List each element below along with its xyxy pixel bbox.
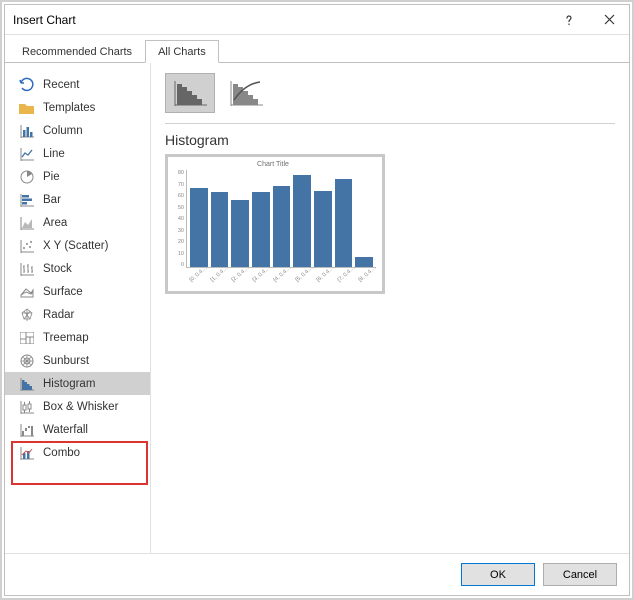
chart-bars <box>186 170 376 268</box>
sidebar-item-label: Line <box>43 148 65 160</box>
sidebar-item-label: Treemap <box>43 332 89 344</box>
sidebar-item-box-whisker[interactable]: Box & Whisker <box>5 395 150 418</box>
sidebar-item-area[interactable]: Area <box>5 211 150 234</box>
sidebar-item-templates[interactable]: Templates <box>5 96 150 119</box>
sidebar-item-surface[interactable]: Surface <box>5 280 150 303</box>
cancel-button[interactable]: Cancel <box>543 563 617 586</box>
sidebar-item-label: Area <box>43 217 67 229</box>
tab-bar: Recommended Charts All Charts <box>5 35 629 63</box>
area-icon <box>19 215 34 230</box>
sidebar-item-waterfall[interactable]: Waterfall <box>5 418 150 441</box>
close-icon <box>604 14 615 25</box>
sidebar-item-label: Bar <box>43 194 61 206</box>
histogram-icon <box>19 376 34 391</box>
chart-plot-area: 80706050403020100 <box>170 170 376 268</box>
sidebar-item-label: Stock <box>43 263 72 275</box>
sidebar-item-column[interactable]: Column <box>5 119 150 142</box>
chart-bar <box>293 175 311 267</box>
box-whisker-icon <box>19 399 34 414</box>
sidebar-item-label: Histogram <box>43 378 95 390</box>
sidebar-item-label: Templates <box>43 102 95 114</box>
treemap-icon <box>19 330 34 345</box>
stock-icon <box>19 261 34 276</box>
subtype-histogram-icon <box>171 78 209 108</box>
help-icon <box>563 14 575 26</box>
pie-icon <box>19 169 34 184</box>
chart-title: Chart Title <box>170 161 376 168</box>
combo-icon <box>19 445 34 460</box>
ok-button[interactable]: OK <box>461 563 535 586</box>
subtype-histogram[interactable] <box>165 73 215 113</box>
chart-heading: Histogram <box>165 132 615 148</box>
sidebar-item-recent[interactable]: Recent <box>5 73 150 96</box>
bar-icon <box>19 192 34 207</box>
sidebar-item-label: Recent <box>43 79 79 91</box>
y-axis-labels: 80706050403020100 <box>170 170 186 268</box>
tab-all-charts[interactable]: All Charts <box>145 40 219 63</box>
close-button[interactable] <box>589 5 629 35</box>
line-icon <box>19 146 34 161</box>
surface-icon <box>19 284 34 299</box>
help-button[interactable] <box>549 5 589 35</box>
chart-bar <box>355 257 373 267</box>
sidebar-item-radar[interactable]: Radar <box>5 303 150 326</box>
chart-bar <box>273 186 291 267</box>
title-bar: Insert Chart <box>5 5 629 35</box>
radar-icon <box>19 307 34 322</box>
main-panel: Histogram Chart Title 80706050403020100 … <box>151 63 629 553</box>
sidebar-item-label: Pie <box>43 171 60 183</box>
chart-bar <box>314 191 332 267</box>
templates-icon <box>19 100 34 115</box>
sidebar-item-sunburst[interactable]: Sunburst <box>5 349 150 372</box>
column-icon <box>19 123 34 138</box>
sidebar-item-label: Surface <box>43 286 83 298</box>
sidebar-item-stock[interactable]: Stock <box>5 257 150 280</box>
recent-icon <box>19 77 34 92</box>
sidebar-item-histogram[interactable]: Histogram <box>5 372 150 395</box>
dialog-footer: OK Cancel <box>5 553 629 595</box>
insert-chart-dialog: Insert Chart Recommended Charts All Char… <box>4 4 630 596</box>
scatter-icon <box>19 238 34 253</box>
sidebar-item-label: Box & Whisker <box>43 401 118 413</box>
sidebar-item-combo[interactable]: Combo <box>5 441 150 464</box>
sidebar-item-label: Waterfall <box>43 424 88 436</box>
sidebar-item-label: X Y (Scatter) <box>43 240 108 252</box>
sidebar-item-pie[interactable]: Pie <box>5 165 150 188</box>
sidebar-item-scatter[interactable]: X Y (Scatter) <box>5 234 150 257</box>
subtype-pareto[interactable] <box>221 73 271 113</box>
sidebar-item-treemap[interactable]: Treemap <box>5 326 150 349</box>
sidebar-item-label: Combo <box>43 447 80 459</box>
chart-type-sidebar: Recent Templates Column Line Pie Bar <box>5 63 151 553</box>
tab-recommended[interactable]: Recommended Charts <box>9 40 145 63</box>
x-axis-labels: [0, 0.4…[1, 0.4…[2, 0.4…[3, 0.4…[4, 0.4…… <box>186 268 376 278</box>
sidebar-item-bar[interactable]: Bar <box>5 188 150 211</box>
sidebar-item-label: Column <box>43 125 83 137</box>
chart-bar <box>231 200 249 267</box>
chart-bar <box>190 188 208 267</box>
waterfall-icon <box>19 422 34 437</box>
sidebar-item-label: Sunburst <box>43 355 89 367</box>
dialog-title: Insert Chart <box>5 13 549 27</box>
chart-bar <box>335 179 353 268</box>
sidebar-item-line[interactable]: Line <box>5 142 150 165</box>
subtype-pareto-icon <box>227 78 265 108</box>
chart-subtype-row <box>165 73 615 124</box>
chart-bar <box>211 192 229 267</box>
chart-preview[interactable]: Chart Title 80706050403020100 [0, 0.4…[1… <box>165 154 385 294</box>
dialog-body: Recent Templates Column Line Pie Bar <box>5 63 629 553</box>
chart-bar <box>252 192 270 267</box>
sunburst-icon <box>19 353 34 368</box>
sidebar-item-label: Radar <box>43 309 74 321</box>
